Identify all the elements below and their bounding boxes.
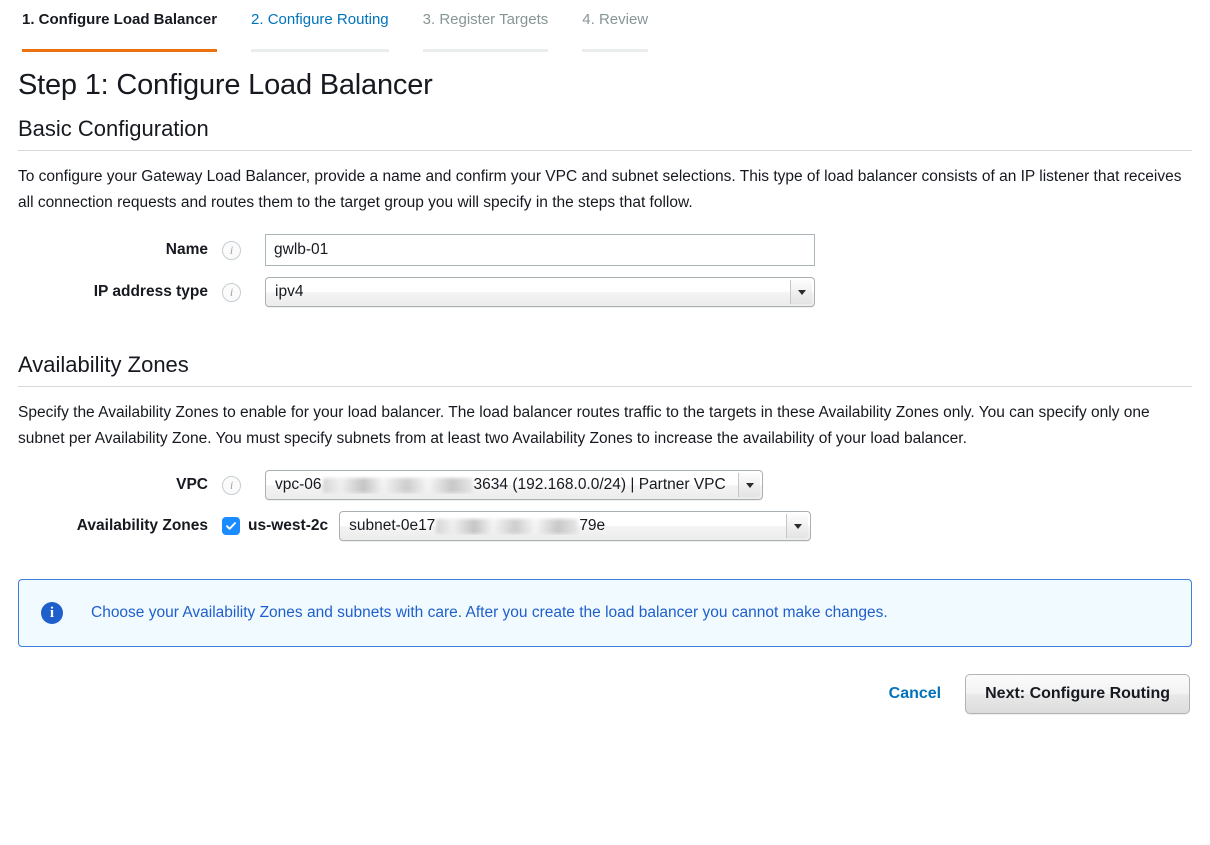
basic-configuration-heading: Basic Configuration (18, 116, 209, 141)
tab-configure-load-balancer[interactable]: 1. Configure Load Balancer (22, 10, 218, 52)
info-icon[interactable]: i (222, 475, 241, 495)
tab-configure-routing-label: 2. Configure Routing (251, 11, 389, 28)
wizard-footer: Cancel Next: Configure Routing (0, 674, 1190, 714)
info-icon[interactable]: i (222, 282, 241, 302)
vpc-value: vpc-06 3634 (192.168.0.0/24) | Partner VP… (266, 476, 726, 494)
tab-review-label: 4. Review (582, 11, 649, 28)
ip-address-type-label: IP address type (93, 283, 208, 300)
subnet-value-suffix: 79e (579, 517, 606, 534)
info-icon[interactable]: i (222, 240, 241, 260)
vpc-row: VPC i vpc-06 3634 (192.168.0.0/24) | Part… (0, 470, 1210, 500)
tab-review[interactable]: 4. Review (582, 10, 649, 52)
chevron-down-icon[interactable] (786, 514, 809, 538)
chevron-down-icon[interactable] (738, 473, 760, 497)
redacted-subnet-id (436, 518, 579, 534)
info-alert-banner: i Choose your Availability Zones and sub… (18, 579, 1192, 647)
subnet-value: subnet-0e17 79e (340, 517, 605, 535)
availability-zones-heading: Availability Zones (18, 352, 189, 377)
next-configure-routing-button[interactable]: Next: Configure Routing (965, 674, 1190, 714)
ip-address-type-row: IP address type i ipv4 (0, 277, 1210, 307)
subnet-value-prefix: subnet-0e17 (349, 517, 436, 534)
info-alert-message: Choose your Availability Zones and subne… (91, 604, 888, 621)
availability-zones-label: Availability Zones (76, 517, 208, 534)
name-label: Name (165, 241, 208, 258)
availability-zone-name: us-west-2c (248, 517, 329, 534)
vpc-label: VPC (176, 476, 208, 493)
ip-address-type-select[interactable]: ipv4 (265, 277, 815, 307)
info-circle-icon: i (41, 602, 63, 624)
subnet-select[interactable]: subnet-0e17 79e (339, 511, 812, 541)
tab-configure-load-balancer-label: 1. Configure Load Balancer (22, 11, 218, 28)
ip-address-type-value: ipv4 (275, 283, 304, 300)
tab-register-targets-label: 3. Register Targets (422, 11, 549, 28)
basic-configuration-divider (18, 150, 1192, 151)
basic-configuration-description: To configure your Gateway Load Balancer,… (18, 168, 1182, 211)
name-field-row: Name i (0, 234, 1210, 266)
availability-zone-row: Availability Zones us-west-2c subnet-0e1… (0, 511, 1210, 541)
vpc-value-prefix: vpc-06 (275, 476, 322, 493)
tab-register-targets[interactable]: 3. Register Targets (422, 10, 549, 52)
availability-zones-description: Specify the Availability Zones to enable… (18, 404, 1150, 447)
redacted-vpc-id (322, 477, 473, 493)
tab-configure-routing[interactable]: 2. Configure Routing (251, 10, 389, 52)
chevron-down-icon[interactable] (790, 280, 812, 304)
name-input[interactable] (265, 234, 815, 266)
availability-zone-checkbox[interactable] (222, 517, 240, 535)
page-title: Step 1: Configure Load Balancer (18, 69, 433, 101)
vpc-value-suffix: 3634 (192.168.0.0/24) | Partner VPC (473, 476, 726, 493)
cancel-button[interactable]: Cancel (889, 685, 941, 703)
availability-zones-form: VPC i vpc-06 3634 (192.168.0.0/24) | Part… (0, 470, 1210, 541)
basic-configuration-form: Name i IP address type i ipv4 (0, 234, 1210, 307)
availability-zones-divider (18, 386, 1192, 387)
vpc-select[interactable]: vpc-06 3634 (192.168.0.0/24) | Partner VP… (265, 470, 763, 500)
wizard-steps-nav: 1. Configure Load Balancer 2. Configure … (0, 0, 1210, 52)
